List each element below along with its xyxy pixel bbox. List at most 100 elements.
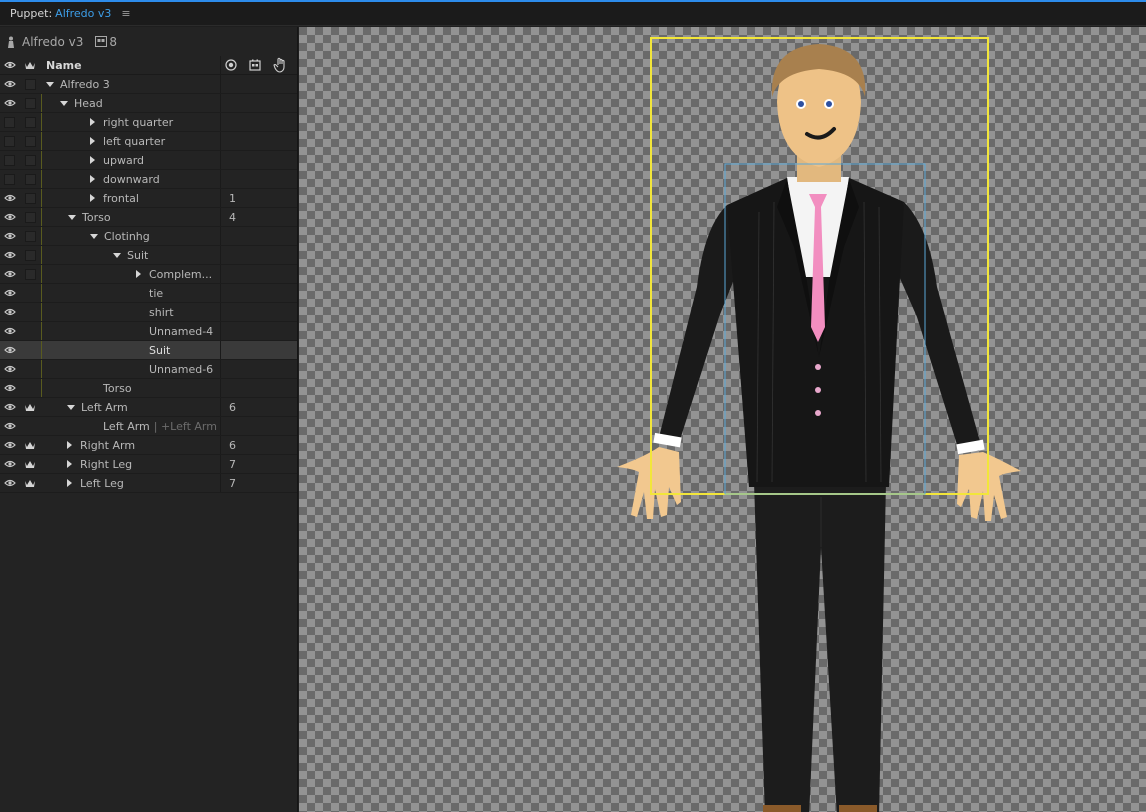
layer-row[interactable]: Head: [0, 94, 297, 113]
layer-row[interactable]: Torso: [0, 379, 297, 398]
layer-label: Torso: [82, 210, 111, 224]
layer-row[interactable]: Unnamed-6: [0, 360, 297, 379]
independence-toggle[interactable]: [24, 78, 36, 90]
layer-row[interactable]: tie: [0, 284, 297, 303]
collapsed-triangle-icon[interactable]: [67, 479, 72, 487]
layer-tag-hint: | +Left Arm: [153, 419, 217, 433]
eye-icon[interactable]: [0, 365, 19, 373]
collapsed-triangle-icon[interactable]: [90, 118, 95, 126]
layer-row[interactable]: Suit: [0, 246, 297, 265]
eye-icon[interactable]: [0, 327, 19, 335]
eye-icon[interactable]: [0, 479, 19, 487]
layer-row[interactable]: Complem...: [0, 265, 297, 284]
layer-row[interactable]: downward: [0, 170, 297, 189]
independence-toggle[interactable]: [24, 211, 36, 223]
independence-toggle[interactable]: [24, 154, 36, 166]
independence-toggle[interactable]: [24, 192, 36, 204]
layer-count: [221, 94, 297, 112]
scene-canvas[interactable]: [299, 27, 1146, 812]
independence-toggle[interactable]: [24, 135, 36, 147]
tag-icon: [95, 36, 108, 47]
independence-toggle[interactable]: [24, 230, 36, 242]
visibility-off-toggle[interactable]: [4, 154, 15, 166]
layer-label: Suit: [149, 343, 171, 357]
independence-toggle[interactable]: [24, 116, 36, 128]
expand-triangle-icon[interactable]: [68, 214, 76, 220]
layer-row[interactable]: Alfredo 3: [0, 75, 297, 94]
layer-row[interactable]: left quarter: [0, 132, 297, 151]
layer-row[interactable]: upward: [0, 151, 297, 170]
layer-row[interactable]: right quarter: [0, 113, 297, 132]
eye-icon[interactable]: [0, 308, 19, 316]
button-3: [815, 410, 821, 416]
eye-icon[interactable]: [0, 384, 19, 392]
collapsed-triangle-icon[interactable]: [90, 156, 95, 164]
expand-triangle-icon[interactable]: [113, 252, 121, 258]
panel-menu-icon[interactable]: ≡: [121, 7, 130, 20]
eye-icon[interactable]: [0, 80, 19, 88]
visibility-off-toggle[interactable]: [4, 116, 15, 128]
layer-label: shirt: [149, 305, 174, 319]
expand-triangle-icon[interactable]: [90, 233, 98, 239]
eye-icon[interactable]: [0, 251, 19, 259]
layer-row[interactable]: frontal 1: [0, 189, 297, 208]
layer-row[interactable]: Left Arm 6: [0, 398, 297, 417]
independence-toggle[interactable]: [24, 249, 36, 261]
eye-icon[interactable]: [0, 403, 19, 411]
trousers: [754, 482, 886, 812]
collapsed-triangle-icon[interactable]: [67, 441, 72, 449]
eye-icon[interactable]: [0, 232, 19, 240]
crown-icon[interactable]: [19, 402, 41, 412]
independence-toggle[interactable]: [24, 173, 36, 185]
eye-icon[interactable]: [0, 441, 19, 449]
expand-triangle-icon[interactable]: [46, 81, 54, 87]
layer-row[interactable]: shirt: [0, 303, 297, 322]
handle-hand-icon[interactable]: [273, 57, 287, 73]
layer-row[interactable]: Clotinhg: [0, 227, 297, 246]
crown-icon[interactable]: [19, 478, 41, 488]
visibility-off-toggle[interactable]: [4, 135, 15, 147]
collapsed-triangle-icon[interactable]: [90, 137, 95, 145]
layer-row-selected[interactable]: Suit: [0, 341, 297, 360]
eye-icon[interactable]: [0, 194, 19, 202]
layer-count: [221, 246, 297, 264]
visibility-off-toggle[interactable]: [4, 173, 15, 185]
layer-count: [221, 417, 297, 435]
layer-row[interactable]: Torso 4: [0, 208, 297, 227]
layer-row[interactable]: Right Arm 6: [0, 436, 297, 455]
collapsed-triangle-icon[interactable]: [90, 175, 95, 183]
eye-icon[interactable]: [0, 289, 19, 297]
eye-icon[interactable]: [0, 213, 19, 221]
expand-triangle-icon[interactable]: [67, 404, 75, 410]
name-column-header[interactable]: Name: [41, 56, 221, 74]
puppet-info-bar: Alfredo v3 8: [0, 27, 297, 56]
independence-toggle[interactable]: [24, 268, 36, 280]
layer-count: [221, 151, 297, 169]
independence-toggle[interactable]: [24, 97, 36, 109]
tag-column-icon[interactable]: [249, 59, 261, 71]
layer-count: [221, 75, 297, 93]
crown-icon[interactable]: [19, 440, 41, 450]
eye-icon[interactable]: [0, 460, 19, 468]
eye-icon[interactable]: [0, 346, 19, 354]
tab-puppet-name[interactable]: Alfredo v3: [55, 7, 111, 20]
layer-label: tie: [149, 286, 164, 300]
arm-left: [659, 205, 739, 443]
layer-count: [221, 284, 297, 302]
eye-icon[interactable]: [0, 422, 19, 430]
layer-row[interactable]: Right Leg 7: [0, 455, 297, 474]
layer-row[interactable]: Unnamed-4: [0, 322, 297, 341]
expand-triangle-icon[interactable]: [60, 100, 68, 106]
collapsed-triangle-icon[interactable]: [90, 194, 95, 202]
layer-count: [221, 322, 297, 340]
layer-row[interactable]: Left Leg 7: [0, 474, 297, 493]
origin-icon[interactable]: [225, 59, 237, 71]
crown-icon[interactable]: [19, 459, 41, 469]
collapsed-triangle-icon[interactable]: [67, 460, 72, 468]
layer-label: Right Leg: [80, 457, 133, 471]
eye-icon[interactable]: [0, 99, 19, 107]
layer-count: [221, 170, 297, 188]
layer-row[interactable]: Left Arm | +Left Arm: [0, 417, 297, 436]
collapsed-triangle-icon[interactable]: [136, 270, 141, 278]
eye-icon[interactable]: [0, 270, 19, 278]
